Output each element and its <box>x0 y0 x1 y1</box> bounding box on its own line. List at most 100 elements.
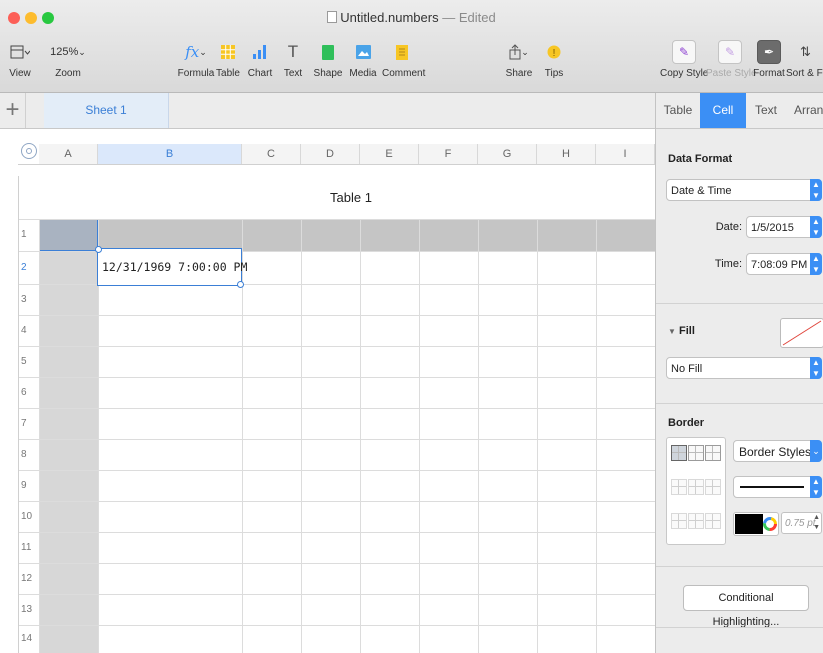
stepper-icon: ▲ ▼ <box>810 476 822 498</box>
document-icon <box>327 11 338 23</box>
shape-button[interactable]: Shape <box>313 40 343 79</box>
tab-sheet-1[interactable]: Sheet 1 <box>44 93 169 128</box>
border-left-icon[interactable] <box>671 445 687 461</box>
tab-cell[interactable]: Cell <box>700 93 746 128</box>
fill-popup[interactable]: No Fill ▲ ▼ <box>666 357 822 379</box>
border-inside-icon[interactable] <box>688 445 704 461</box>
tips-icon: ! <box>540 40 568 64</box>
share-icon <box>509 44 521 60</box>
select-all-button[interactable] <box>21 143 37 159</box>
function-icon: fx <box>185 43 200 61</box>
tab-text[interactable]: Text <box>746 93 786 128</box>
formula-button[interactable]: fx ⌄ Formula <box>176 40 216 79</box>
border-styles-popup[interactable]: Border Styles ⌄ <box>733 440 822 462</box>
time-label: Time: <box>714 258 742 270</box>
border-all-icon[interactable] <box>705 445 721 461</box>
column-header-i[interactable]: I <box>596 144 655 164</box>
row-header-11[interactable]: 11 <box>21 542 37 553</box>
media-icon <box>348 40 378 64</box>
row-header-2[interactable]: 2 <box>21 262 37 273</box>
view-button[interactable]: View <box>6 40 34 79</box>
column-header-b[interactable]: B <box>98 144 242 164</box>
row-header-9[interactable]: 9 <box>21 480 37 491</box>
border-outer-icon[interactable] <box>671 479 687 495</box>
column-header-d[interactable]: D <box>301 144 360 164</box>
media-button[interactable]: Media <box>348 40 378 79</box>
border-heading: Border <box>668 417 705 429</box>
copy-style-button[interactable]: ✎ Copy Style <box>660 40 708 79</box>
conditional-highlighting-button[interactable]: Conditional Highlighting... <box>683 585 809 628</box>
paste-style-icon: ✎ <box>718 40 742 64</box>
row-header-5[interactable]: 5 <box>21 356 37 367</box>
row-header-1[interactable]: 1 <box>21 229 37 240</box>
row-header-6[interactable]: 6 <box>21 387 37 398</box>
column-header-f[interactable]: F <box>419 144 478 164</box>
eyedropper-icon: ✎ <box>672 40 696 64</box>
column-header-h[interactable]: H <box>537 144 596 164</box>
sort-filter-button[interactable]: ⇅ Sort & Filter <box>786 40 823 79</box>
tab-arrange[interactable]: Arrange <box>786 93 823 128</box>
column-header-a[interactable]: A <box>39 144 98 164</box>
row-header-8[interactable]: 8 <box>21 449 37 460</box>
border-line-style-popup[interactable]: ▲ ▼ <box>733 476 822 498</box>
window-title: Untitled.numbers — Edited <box>0 10 823 25</box>
row-header-14[interactable]: 14 <box>21 633 37 644</box>
column-header-g[interactable]: G <box>478 144 537 164</box>
comment-button[interactable]: Comment <box>382 40 425 79</box>
column-header-e[interactable]: E <box>360 144 419 164</box>
row-header-3[interactable]: 3 <box>21 294 37 305</box>
format-inspector: Table Cell Text Arrange Data Format Date… <box>655 93 823 653</box>
row-header-13[interactable]: 13 <box>21 604 37 615</box>
text-icon: T <box>287 42 299 61</box>
border-middle-icon[interactable] <box>688 513 704 529</box>
comment-icon <box>382 40 422 64</box>
stepper-icon: ▲ ▼ <box>810 216 822 238</box>
paste-style-button[interactable]: ✎ Paste Style <box>706 40 757 79</box>
text-button[interactable]: T Text <box>282 40 304 79</box>
border-vertical-icon[interactable] <box>705 479 721 495</box>
shape-icon <box>313 40 343 64</box>
table-title[interactable]: Table 1 <box>330 190 372 205</box>
line-style-preview <box>740 486 804 488</box>
resize-handle[interactable] <box>95 246 102 253</box>
border-width-stepper[interactable]: 0.75 pt ▲ ▼ <box>781 512 822 534</box>
time-field[interactable]: 7:08:09 PM ▲ ▼ <box>746 253 822 275</box>
border-bottom-icon[interactable] <box>705 513 721 529</box>
tips-button[interactable]: ! Tips <box>540 40 568 79</box>
svg-text:!: ! <box>553 48 556 59</box>
bar-chart-icon <box>247 40 273 64</box>
resize-handle[interactable] <box>237 281 244 288</box>
border-top-icon[interactable] <box>671 513 687 529</box>
color-wheel-icon <box>763 517 777 531</box>
row-header-12[interactable]: 12 <box>21 573 37 584</box>
date-field[interactable]: 1/5/2015 ▲ ▼ <box>746 216 822 238</box>
add-sheet-button[interactable]: + <box>0 93 26 128</box>
fill-heading[interactable]: ▼ Fill <box>668 325 695 337</box>
cell-value: 12/31/1969 7:00:00 PM <box>102 260 248 274</box>
chart-button[interactable]: Chart <box>247 40 273 79</box>
header-cell-a1[interactable] <box>39 219 98 251</box>
no-fill-icon <box>782 320 822 346</box>
zoom-button[interactable]: 125% ⌄ Zoom <box>48 40 88 79</box>
data-format-popup[interactable]: Date & Time ▲ ▼ <box>666 179 822 201</box>
header-row[interactable] <box>39 219 655 251</box>
share-button[interactable]: ⌄ Share <box>504 40 534 79</box>
fill-color-well[interactable] <box>780 318 823 348</box>
format-button[interactable]: ✒ Format <box>752 40 786 79</box>
table-button[interactable]: Table <box>216 40 240 79</box>
header-column[interactable] <box>39 251 98 653</box>
data-format-heading: Data Format <box>668 153 733 165</box>
border-color-well[interactable] <box>733 512 779 536</box>
stepper-icon: ▲ ▼ <box>813 514 820 531</box>
sidebar-icon <box>6 40 34 64</box>
border-horizontal-icon[interactable] <box>688 479 704 495</box>
column-header-c[interactable]: C <box>242 144 301 164</box>
table-icon <box>216 40 240 64</box>
tab-table[interactable]: Table <box>656 93 700 128</box>
chevron-down-icon: ⌄ <box>521 46 529 57</box>
editing-cell[interactable]: 12/31/1969 7:00:00 PM <box>95 246 247 288</box>
row-header-10[interactable]: 10 <box>21 511 37 522</box>
disclosure-triangle-icon: ▼ <box>668 327 676 336</box>
row-header-4[interactable]: 4 <box>21 325 37 336</box>
row-header-7[interactable]: 7 <box>21 418 37 429</box>
